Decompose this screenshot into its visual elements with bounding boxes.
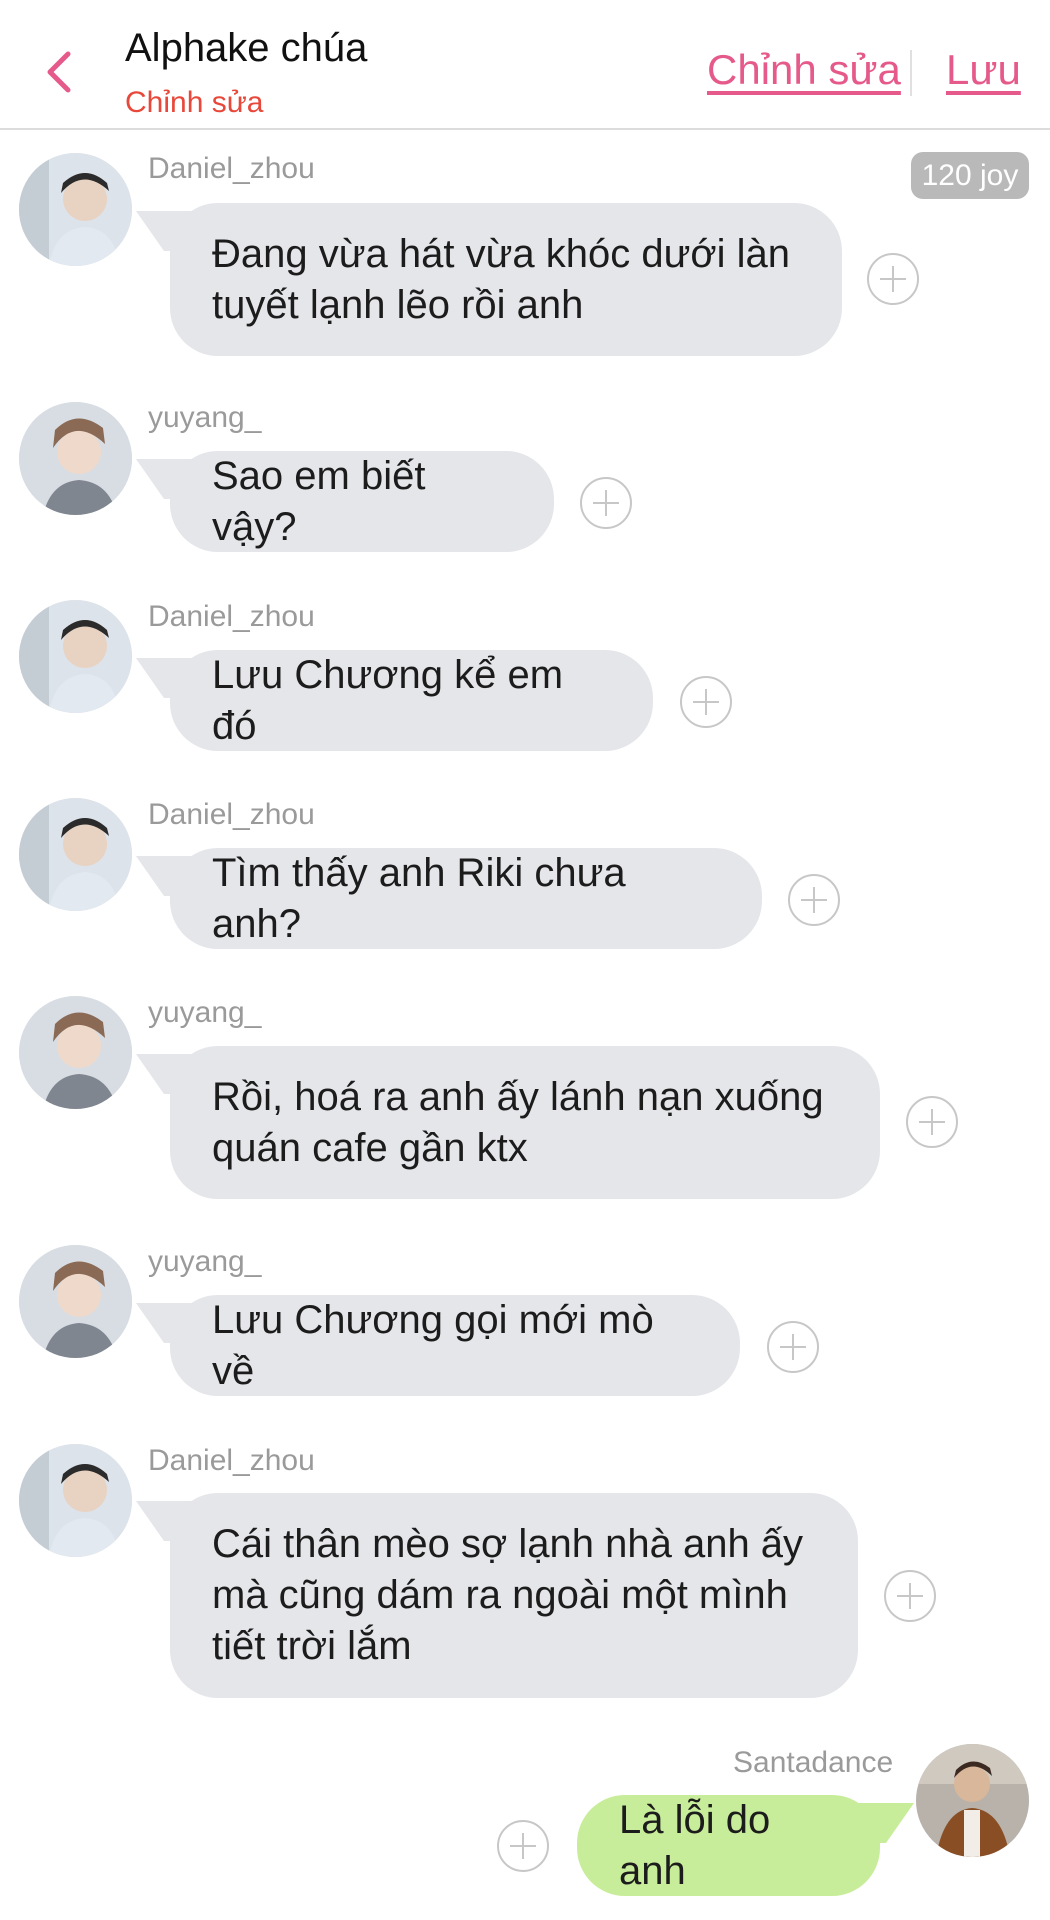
message-text: Là lỗi do anh xyxy=(619,1797,782,1893)
plus-circle-icon[interactable] xyxy=(497,1820,549,1872)
username: Daniel_zhou xyxy=(148,600,315,633)
avatar-photo-icon xyxy=(19,600,132,713)
chat-title: Alphake chúa xyxy=(125,26,368,70)
username: Daniel_zhou xyxy=(148,1444,315,1477)
username: Santadance xyxy=(733,1746,894,1779)
username: yuyang_ xyxy=(148,996,262,1029)
header-divider xyxy=(910,50,912,96)
message-bubble[interactable]: Đang vừa hát vừa khóc dưới làn tuyết lạn… xyxy=(170,203,842,356)
message-bubble-own[interactable]: Là lỗi do anh xyxy=(577,1795,880,1896)
chat-header: Alphake chúa Chỉnh sửa Chỉnh sửa Lưu xyxy=(0,0,1050,130)
plus-circle-icon[interactable] xyxy=(767,1321,819,1373)
avatar[interactable] xyxy=(19,996,132,1109)
message-text: Đang vừa hát vừa khóc dưới làn tuyết lạn… xyxy=(212,231,790,327)
plus-circle-icon[interactable] xyxy=(580,477,632,529)
plus-circle-icon[interactable] xyxy=(788,874,840,926)
username: Daniel_zhou xyxy=(148,152,315,185)
edit-button[interactable]: Chỉnh sửa xyxy=(707,46,901,94)
avatar-photo-icon xyxy=(19,1444,132,1557)
username: yuyang_ xyxy=(148,401,262,434)
avatar[interactable] xyxy=(19,600,132,713)
avatar-photo-icon xyxy=(19,798,132,911)
avatar-photo-icon xyxy=(19,402,132,515)
avatar-photo-icon xyxy=(19,996,132,1109)
avatar-photo-icon xyxy=(19,153,132,266)
avatar[interactable] xyxy=(19,153,132,266)
message-bubble[interactable]: Cái thân mèo sợ lạnh nhà anh ấy mà cũng … xyxy=(170,1493,858,1698)
username: Daniel_zhou xyxy=(148,798,315,831)
message-text: Tìm thấy anh Riki chưa anh? xyxy=(212,850,637,946)
avatar-photo-icon xyxy=(19,1245,132,1358)
plus-circle-icon[interactable] xyxy=(867,253,919,305)
avatar[interactable] xyxy=(19,1444,132,1557)
plus-circle-icon[interactable] xyxy=(680,676,732,728)
avatar-photo-icon xyxy=(916,1744,1029,1857)
message-bubble[interactable]: Lưu Chương kể em đó xyxy=(170,650,653,751)
avatar[interactable] xyxy=(916,1744,1029,1857)
message-bubble[interactable]: Rồi, hoá ra anh ấy lánh nạn xuống quán c… xyxy=(170,1046,880,1199)
plus-circle-icon[interactable] xyxy=(884,1570,936,1622)
message-text: Sao em biết vậy? xyxy=(212,453,437,549)
chevron-left-icon[interactable] xyxy=(40,48,80,96)
plus-circle-icon[interactable] xyxy=(906,1096,958,1148)
username: yuyang_ xyxy=(148,1245,262,1278)
message-text: Lưu Chương kể em đó xyxy=(212,652,575,748)
avatar[interactable] xyxy=(19,1245,132,1358)
joy-badge: 120 joy xyxy=(911,152,1029,199)
save-button[interactable]: Lưu xyxy=(946,46,1021,94)
message-bubble[interactable]: Sao em biết vậy? xyxy=(170,451,554,552)
message-bubble[interactable]: Tìm thấy anh Riki chưa anh? xyxy=(170,848,762,949)
chat-subtitle: Chỉnh sửa xyxy=(125,86,264,119)
avatar[interactable] xyxy=(19,402,132,515)
message-bubble[interactable]: Lưu Chương gọi mới mò về xyxy=(170,1295,740,1396)
avatar[interactable] xyxy=(19,798,132,911)
message-text: Lưu Chương gọi mới mò về xyxy=(212,1297,665,1393)
message-text: Rồi, hoá ra anh ấy lánh nạn xuống quán c… xyxy=(212,1074,824,1170)
message-text: Cái thân mèo sợ lạnh nhà anh ấy mà cũng … xyxy=(212,1522,804,1668)
